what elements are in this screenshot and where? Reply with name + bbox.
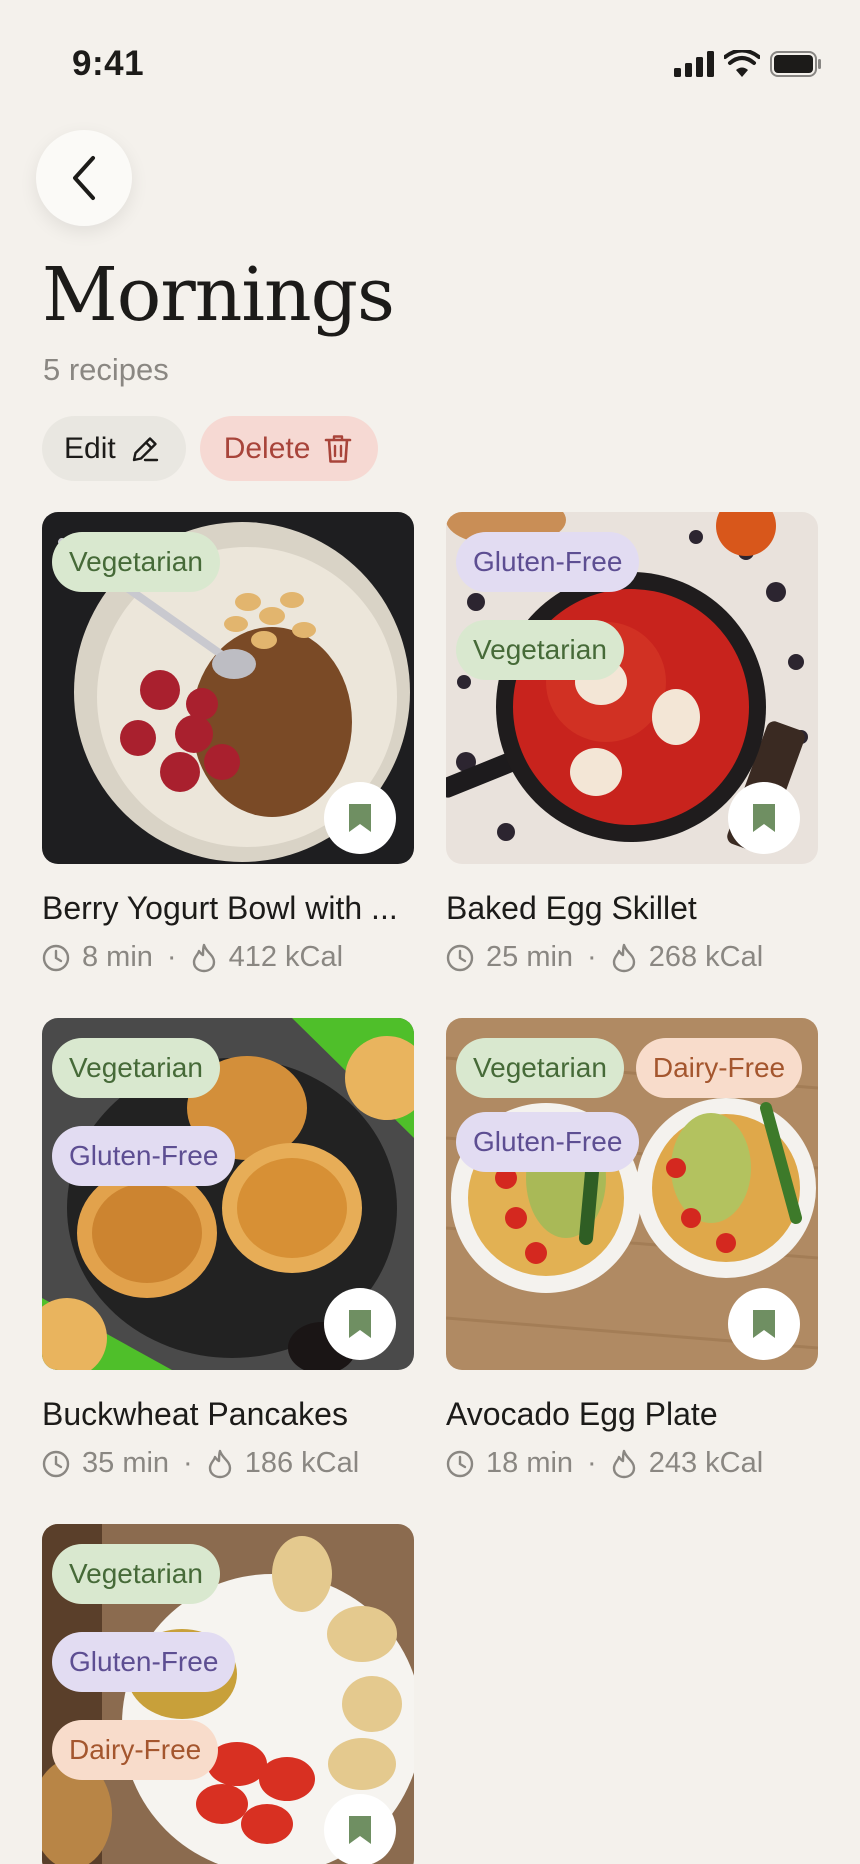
recipe-title: Berry Yogurt Bowl with ... xyxy=(42,890,398,926)
recipe-title: Avocado Egg Plate xyxy=(446,1396,718,1432)
chevron-left-icon xyxy=(73,156,95,200)
recipe-meta: 25 min · 268 kCal xyxy=(446,941,818,974)
tag-gluten-free: Gluten-Free xyxy=(456,532,640,592)
tag-gluten-free: Gluten-Free xyxy=(456,1112,640,1172)
tag-dairy-free: Dairy-Free xyxy=(52,1720,219,1780)
bookmark-button[interactable] xyxy=(324,1288,396,1360)
flame-icon xyxy=(192,943,215,972)
separator-dot: · xyxy=(166,941,177,973)
bookmark-icon xyxy=(753,1310,775,1338)
bookmark-button[interactable] xyxy=(324,782,396,854)
separator-dot: · xyxy=(587,941,597,973)
recipe-meta: 18 min · 243 kCal xyxy=(446,1447,818,1480)
edit-label: Edit xyxy=(64,431,116,465)
recipe-card[interactable]: Vegetarian Dairy-Free Gluten-Free Avocad… xyxy=(446,1018,818,1480)
back-button[interactable] xyxy=(36,130,132,226)
status-icons xyxy=(674,50,822,78)
recipe-time: 35 min xyxy=(82,1447,170,1479)
signal-icon xyxy=(674,51,714,77)
bookmark-icon xyxy=(349,804,371,832)
bookmark-icon xyxy=(349,1816,371,1844)
wifi-icon xyxy=(724,50,760,77)
battery-icon xyxy=(770,51,821,77)
tag-list: Vegetarian Gluten-Free Dairy-Free xyxy=(52,1544,402,1780)
clock-icon xyxy=(446,944,474,971)
tag-gluten-free: Gluten-Free xyxy=(52,1126,236,1186)
recipe-photo[interactable]: Vegetarian xyxy=(42,512,414,864)
recipe-calories: 412 kCal xyxy=(228,941,344,973)
recipe-photo[interactable]: Vegetarian Gluten-Free xyxy=(42,1018,414,1370)
trash-icon xyxy=(325,434,352,463)
tag-vegetarian: Vegetarian xyxy=(456,620,624,680)
recipe-title: Baked Egg Skillet xyxy=(446,890,697,926)
tag-vegetarian: Vegetarian xyxy=(52,532,220,592)
recipe-calories: 268 kCal xyxy=(648,941,764,973)
bookmark-icon xyxy=(753,804,775,832)
tag-gluten-free: Gluten-Free xyxy=(52,1632,236,1692)
recipe-card[interactable]: Vegetarian Gluten-Free Buckwheat Pancake… xyxy=(42,1018,414,1480)
recipe-card[interactable]: Gluten-Free Vegetarian Baked Egg Skillet… xyxy=(446,512,818,974)
recipe-calories: 243 kCal xyxy=(648,1447,764,1479)
recipe-time: 25 min xyxy=(486,941,574,973)
clock-icon xyxy=(42,944,70,971)
pencil-icon xyxy=(132,436,158,461)
recipe-calories: 186 kCal xyxy=(244,1447,360,1479)
page-title: Mornings xyxy=(42,252,395,338)
recipe-meta: 35 min · 186 kCal xyxy=(42,1447,414,1480)
tag-dairy-free: Dairy-Free xyxy=(635,1038,803,1098)
flame-icon xyxy=(612,943,635,972)
recipe-time: 8 min xyxy=(82,941,153,973)
recipe-card[interactable]: Vegetarian Berry Yogurt Bowl with ... 8 … xyxy=(42,512,414,974)
tag-list: Vegetarian Gluten-Free xyxy=(52,1038,402,1186)
delete-label: Delete xyxy=(223,431,311,465)
recipe-card[interactable]: Vegetarian Gluten-Free Dairy-Free xyxy=(42,1524,414,1864)
recipe-title: Buckwheat Pancakes xyxy=(42,1396,348,1432)
tag-vegetarian: Vegetarian xyxy=(52,1038,220,1098)
recipe-meta: 8 min · 412 kCal xyxy=(42,941,414,974)
tag-list: Vegetarian xyxy=(52,532,402,592)
recipe-count: 5 recipes xyxy=(43,352,169,387)
clock-icon xyxy=(446,1450,474,1477)
flame-icon xyxy=(612,1449,635,1478)
recipe-time: 18 min xyxy=(486,1447,574,1479)
tag-vegetarian: Vegetarian xyxy=(456,1038,624,1098)
bookmark-button[interactable] xyxy=(728,1288,800,1360)
bookmark-button[interactable] xyxy=(728,782,800,854)
recipe-photo[interactable]: Vegetarian Dairy-Free Gluten-Free xyxy=(446,1018,818,1370)
tag-list: Vegetarian Dairy-Free Gluten-Free xyxy=(456,1038,806,1172)
separator-dot: · xyxy=(587,1447,597,1479)
separator-dot: · xyxy=(183,1447,193,1479)
bookmark-icon xyxy=(349,1310,371,1338)
collection-actions: Edit Delete xyxy=(42,416,379,481)
recipe-photo[interactable]: Gluten-Free Vegetarian xyxy=(446,512,818,864)
edit-button[interactable]: Edit xyxy=(42,416,186,481)
flame-icon xyxy=(208,1449,231,1478)
tag-vegetarian: Vegetarian xyxy=(52,1544,220,1604)
recipe-photo[interactable]: Vegetarian Gluten-Free Dairy-Free xyxy=(42,1524,414,1864)
status-time: 9:41 xyxy=(72,44,145,83)
tag-list: Gluten-Free Vegetarian xyxy=(456,532,806,680)
delete-button[interactable]: Delete xyxy=(199,416,379,481)
status-bar: 9:41 xyxy=(0,0,860,130)
bookmark-button[interactable] xyxy=(324,1794,396,1864)
clock-icon xyxy=(42,1450,70,1477)
